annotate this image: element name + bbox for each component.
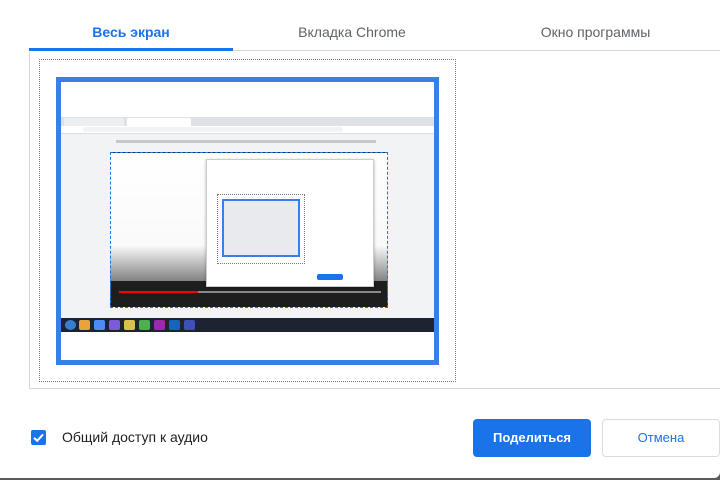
tab-application-window-label: Окно программы — [540, 24, 651, 40]
screen-preview-image — [61, 117, 434, 332]
start-icon — [65, 320, 76, 330]
preview-address-bar — [83, 127, 343, 132]
preview-taskbar — [61, 318, 434, 332]
preview-video-player — [110, 152, 388, 308]
active-tab-indicator — [29, 48, 233, 51]
preview-browser-tab — [201, 118, 261, 126]
tab-chrome-tab[interactable]: Вкладка Chrome — [249, 10, 455, 51]
taskbar-app-icon — [109, 320, 120, 330]
tab-chrome-tab-label: Вкладка Chrome — [298, 24, 406, 40]
taskbar-app-icon — [169, 320, 180, 330]
taskbar-app-icon — [124, 320, 135, 330]
taskbar-app-icon — [79, 320, 90, 330]
preview-browser-tab — [64, 118, 124, 126]
taskbar-app-icon — [94, 320, 105, 330]
audio-share-checkbox[interactable] — [31, 430, 46, 445]
source-tabs: Весь экран Вкладка Chrome Окно программы — [29, 10, 720, 51]
preview-progress-bar — [119, 291, 381, 293]
preview-source-tile — [217, 194, 305, 264]
source-list — [29, 52, 720, 389]
preview-browser-tabstrip — [61, 117, 434, 126]
tab-entire-screen-label: Весь экран — [92, 24, 170, 40]
screen-share-dialog: Весь экран Вкладка Chrome Окно программы — [0, 0, 720, 478]
screen-source-tile[interactable] — [39, 59, 456, 382]
cancel-button[interactable]: Отмена — [602, 419, 720, 457]
preview-browser-tab — [127, 118, 191, 126]
taskbar-app-icon — [139, 320, 150, 330]
audio-share-label: Общий доступ к аудио — [62, 429, 208, 445]
preview-nested-thumbnail — [222, 199, 300, 257]
preview-share-dialog — [206, 159, 374, 287]
share-button[interactable]: Поделиться — [473, 419, 591, 457]
screen-thumbnail[interactable] — [56, 77, 439, 365]
preview-infobar — [116, 140, 376, 143]
taskbar-app-icon — [184, 320, 195, 330]
tab-application-window[interactable]: Окно программы — [489, 10, 702, 51]
preview-progress-fill — [119, 291, 198, 293]
taskbar-app-icon — [154, 320, 165, 330]
preview-share-button — [317, 274, 343, 280]
checkmark-icon — [33, 433, 44, 443]
tab-entire-screen[interactable]: Весь экран — [29, 10, 233, 51]
